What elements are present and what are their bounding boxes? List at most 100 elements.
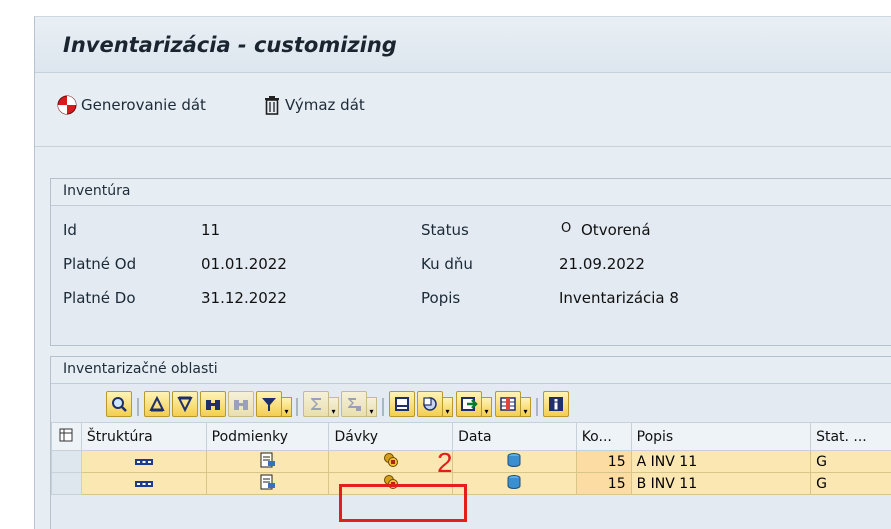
main-content: Inventúra Id 11 Platné Od 01.01.2022 Pla… xyxy=(35,148,891,529)
ko-cell: 15 xyxy=(575,472,632,495)
layout-button[interactable] xyxy=(495,391,521,417)
alv-toolbar: ▾ ▾ ▾ ▾ ▾ ▾ xyxy=(51,384,891,422)
print-preview-icon xyxy=(395,397,409,411)
batches-icon xyxy=(383,474,398,489)
spreadsheet-button[interactable] xyxy=(417,391,443,417)
generate-data-label: Generovanie dát xyxy=(81,96,206,114)
structure-icon xyxy=(134,458,153,465)
chevron-down-icon: ▾ xyxy=(331,407,336,416)
column-header[interactable]: Podmienky xyxy=(205,422,330,451)
layout-icon xyxy=(500,397,516,411)
spreadsheet-icon xyxy=(423,397,437,411)
sort-ascending-button[interactable] xyxy=(144,391,170,417)
id-label: Id xyxy=(63,221,77,239)
batches-cell[interactable] xyxy=(328,450,454,473)
details-button[interactable] xyxy=(106,391,132,417)
total-button[interactable] xyxy=(303,391,329,417)
info-icon xyxy=(549,397,563,411)
sort-descending-icon xyxy=(177,396,193,413)
magnifier-icon xyxy=(112,397,127,412)
conditions-cell[interactable] xyxy=(205,450,330,473)
column-header[interactable]: Popis xyxy=(630,422,812,451)
info-button[interactable] xyxy=(543,391,569,417)
column-header[interactable]: Dávky xyxy=(328,422,454,451)
trash-icon xyxy=(265,96,279,115)
chevron-down-icon: ▾ xyxy=(284,407,289,416)
find-button[interactable] xyxy=(200,391,226,417)
filter-dropdown[interactable]: ▾ xyxy=(281,397,292,417)
batches-icon xyxy=(383,452,398,467)
export-icon xyxy=(461,397,478,411)
column-header[interactable]: Stat. ... xyxy=(810,422,891,451)
select-layout-icon xyxy=(59,428,73,441)
description-label: Popis xyxy=(421,289,461,307)
as-of-value: 21.09.2022 xyxy=(559,255,645,273)
select-all-header[interactable] xyxy=(51,422,82,451)
valid-from-value: 01.01.2022 xyxy=(201,255,287,273)
status-value: Otvorená xyxy=(581,221,651,239)
subtotal-dropdown[interactable]: ▾ xyxy=(366,397,377,417)
delete-data-label: Výmaz dát xyxy=(285,96,365,114)
layout-dropdown[interactable]: ▾ xyxy=(520,397,531,417)
batches-cell[interactable] xyxy=(328,472,454,495)
find-next-button[interactable] xyxy=(228,391,254,417)
database-icon xyxy=(507,452,521,467)
toolbar-separator xyxy=(296,398,298,416)
structure-cell[interactable] xyxy=(80,472,207,495)
valid-from-label: Platné Od xyxy=(63,255,137,273)
page-title: Inventarizácia - customizing xyxy=(63,33,397,57)
generate-data-button[interactable]: Generovanie dát xyxy=(57,93,206,117)
chevron-down-icon: ▾ xyxy=(484,407,489,416)
as-of-label: Ku dňu xyxy=(421,255,473,273)
delete-data-button[interactable]: Výmaz dát xyxy=(263,93,365,117)
chevron-down-icon: ▾ xyxy=(369,407,374,416)
binoculars-next-icon xyxy=(234,400,248,410)
chevron-down-icon: ▾ xyxy=(523,407,528,416)
conditions-cell[interactable] xyxy=(205,472,330,495)
subtotal-icon xyxy=(348,398,361,411)
inventura-group-title: Inventúra xyxy=(51,179,891,206)
data-cell[interactable] xyxy=(452,450,577,473)
description-cell: A INV 11 xyxy=(630,450,812,473)
valid-to-label: Platné Do xyxy=(63,289,136,307)
description-value: Inventarizácia 8 xyxy=(559,289,679,307)
application-toolbar: Generovanie dát Výmaz dát xyxy=(35,73,891,147)
column-header[interactable]: Štruktúra xyxy=(80,422,207,451)
data-cell[interactable] xyxy=(452,472,577,495)
status-icon: O xyxy=(561,221,572,236)
annotation-number: 2 xyxy=(437,447,453,478)
total-dropdown[interactable]: ▾ xyxy=(328,397,339,417)
sort-descending-button[interactable] xyxy=(172,391,198,417)
status-cell: G xyxy=(810,472,891,495)
toolbar-separator xyxy=(137,398,139,416)
areas-group: Inventarizačné oblasti ▾ ▾ ▾ ▾ ▾ ▾ Štruk… xyxy=(50,356,891,529)
areas-table: Štruktúra Podmienky Dávky Data Ko... Pop… xyxy=(51,422,891,495)
toolbar-separator xyxy=(536,398,538,416)
sigma-icon xyxy=(311,398,321,410)
export-button[interactable] xyxy=(456,391,482,417)
row-selector[interactable] xyxy=(51,472,82,495)
id-value: 11 xyxy=(201,221,221,239)
sort-ascending-icon xyxy=(149,395,165,412)
execute-icon xyxy=(57,95,77,115)
spreadsheet-dropdown[interactable]: ▾ xyxy=(442,397,453,417)
column-header[interactable]: Data xyxy=(452,422,577,451)
structure-icon xyxy=(134,480,153,487)
description-cell: B INV 11 xyxy=(630,472,812,495)
print-preview-button[interactable] xyxy=(389,391,415,417)
table-header-row: Štruktúra Podmienky Dávky Data Ko... Pop… xyxy=(51,422,891,451)
title-bar: Inventarizácia - customizing xyxy=(35,17,891,73)
toolbar-separator xyxy=(382,398,384,416)
ko-cell: 15 xyxy=(575,450,632,473)
structure-cell[interactable] xyxy=(80,450,207,473)
inventura-group: Inventúra Id 11 Platné Od 01.01.2022 Pla… xyxy=(50,178,891,346)
subtotal-button[interactable] xyxy=(341,391,367,417)
table-row[interactable]: 15 B INV 11 G xyxy=(51,472,891,495)
status-cell: G xyxy=(810,450,891,473)
column-header[interactable]: Ko... xyxy=(575,422,632,451)
filter-button[interactable] xyxy=(256,391,282,417)
row-selector[interactable] xyxy=(51,450,82,473)
export-dropdown[interactable]: ▾ xyxy=(481,397,492,417)
table-row[interactable]: 15 A INV 11 G xyxy=(51,450,891,473)
screen: Inventarizácia - customizing Generovanie… xyxy=(0,0,891,529)
